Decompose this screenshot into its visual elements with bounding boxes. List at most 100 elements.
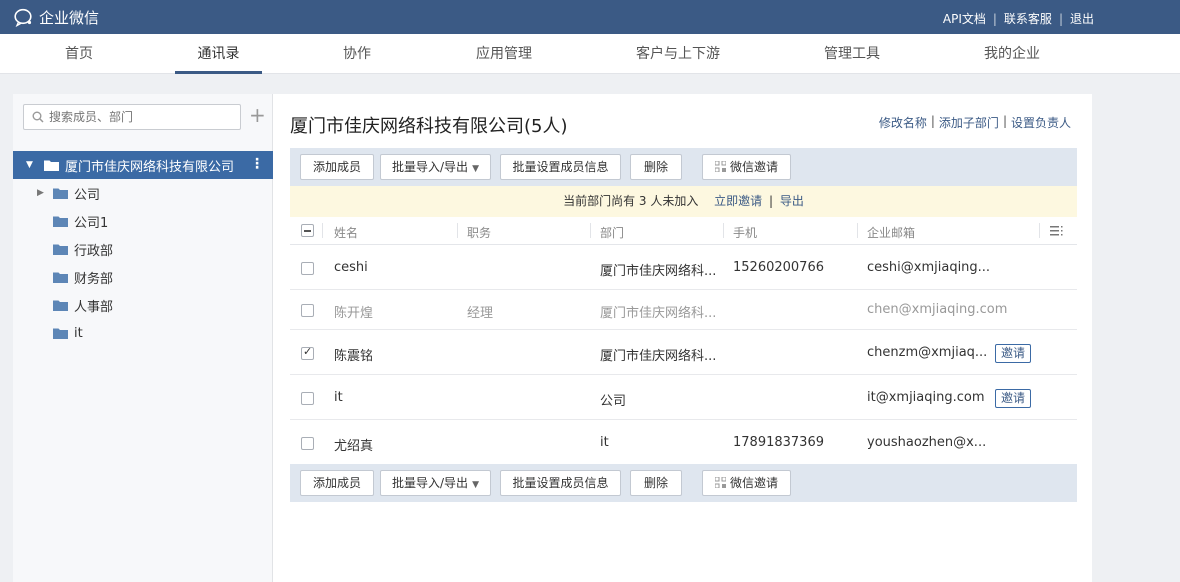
- column-department[interactable]: 部门: [600, 224, 624, 241]
- delete-button[interactable]: 删除: [630, 470, 682, 496]
- tree-item-label: 行政部: [74, 243, 114, 259]
- invite-now-link[interactable]: 立即邀请: [714, 194, 762, 208]
- wechat-invite-label: 微信邀请: [729, 160, 778, 174]
- table-row[interactable]: it 公司 it@xmjiaqing.com 邀请: [290, 375, 1077, 420]
- wechat-invite-button[interactable]: 微信邀请: [702, 470, 791, 496]
- department-actions: 修改名称 | 添加子部门 | 设置负责人: [879, 114, 1071, 131]
- folder-icon: [53, 272, 68, 283]
- toolbar-top: 添加成员 批量导入/导出 ▼ 批量设置成员信息 删除 微信邀请: [290, 148, 1077, 186]
- tree-item-admin[interactable]: 行政部: [13, 235, 273, 263]
- batch-set-button[interactable]: 批量设置成员信息: [500, 470, 621, 496]
- member-name: 陈震铭: [334, 349, 374, 364]
- row-checkbox[interactable]: [301, 262, 314, 275]
- column-name[interactable]: 姓名: [334, 224, 358, 241]
- tree-item-label: 人事部: [74, 299, 114, 315]
- tree-root-label: 厦门市佳庆网络科技有限公司: [65, 159, 235, 175]
- page-title: 厦门市佳庆网络科技有限公司(5人): [290, 116, 568, 137]
- row-checkbox[interactable]: [301, 437, 314, 450]
- set-leader-link[interactable]: 设置负责人: [1011, 114, 1071, 131]
- add-subdepartment-link[interactable]: 添加子部门: [939, 114, 999, 131]
- select-all-checkbox[interactable]: [301, 224, 314, 237]
- logout-link[interactable]: 退出: [1070, 10, 1094, 27]
- divider: |: [1058, 11, 1063, 26]
- member-panel: 厦门市佳庆网络科技有限公司(5人) 修改名称 | 添加子部门 | 设置负责人 添…: [273, 94, 1092, 582]
- folder-icon: [53, 328, 68, 339]
- member-email: chen@xmjiaqing.com: [867, 302, 1008, 317]
- folder-icon: [53, 300, 68, 311]
- import-export-button[interactable]: 批量导入/导出 ▼: [380, 470, 491, 496]
- row-checkbox[interactable]: [301, 345, 314, 360]
- invite-button[interactable]: 邀请: [995, 389, 1032, 408]
- wechat-invite-label: 微信邀请: [729, 476, 778, 490]
- wechat-invite-button[interactable]: 微信邀请: [702, 154, 791, 180]
- member-department: 厦门市佳庆网络科...: [600, 349, 717, 364]
- member-name: 陈开煌: [334, 306, 374, 321]
- table-row[interactable]: 尤绍真 it 17891837369 youshaozhen@x...: [290, 420, 1077, 465]
- tree-item-label: 财务部: [74, 271, 114, 287]
- top-bar: 企业微信 API文档 | 联系客服 | 退出: [0, 0, 1180, 34]
- member-department: 公司: [600, 394, 627, 409]
- member-phone: 17891837369: [733, 435, 824, 450]
- column-email[interactable]: 企业邮箱: [867, 224, 915, 241]
- tree-root-department[interactable]: ▼ 厦门市佳庆网络科技有限公司 ⋮: [13, 151, 273, 179]
- tab-contacts[interactable]: 通讯录: [175, 34, 262, 74]
- qr-code-icon: [714, 161, 726, 172]
- tree-item-finance[interactable]: 财务部: [13, 263, 273, 291]
- tree-item-company[interactable]: ▶ 公司: [13, 179, 273, 207]
- table-header: 姓名 职务 部门 手机 企业邮箱: [290, 217, 1077, 245]
- divider: |: [1002, 114, 1007, 128]
- add-member-button[interactable]: 添加成员: [300, 470, 374, 496]
- search-input[interactable]: [49, 108, 235, 126]
- table-row[interactable]: 陈开煌 经理 厦门市佳庆网络科... chen@xmjiaqing.com: [290, 290, 1077, 330]
- member-name: ceshi: [334, 260, 368, 275]
- export-link[interactable]: 导出: [780, 194, 804, 208]
- add-icon[interactable]: +: [249, 104, 266, 128]
- tab-management-tools[interactable]: 管理工具: [810, 34, 894, 74]
- table-row[interactable]: ceshi 厦门市佳庆网络科... 15260200766 ceshi@xmjiaqi…: [290, 245, 1077, 290]
- tab-customers[interactable]: 客户与上下游: [626, 34, 730, 74]
- tree-item-company1[interactable]: 公司1: [13, 207, 273, 235]
- tab-collaboration[interactable]: 协作: [318, 34, 396, 74]
- tree-item-hr[interactable]: 人事部: [13, 291, 273, 319]
- folder-icon: [53, 188, 68, 199]
- delete-button[interactable]: 删除: [630, 154, 682, 180]
- row-checkbox[interactable]: [301, 392, 314, 405]
- qr-code-icon: [714, 477, 726, 488]
- table-row[interactable]: 陈震铭 厦门市佳庆网络科... chenzm@xmjiaq... 邀请: [290, 330, 1077, 375]
- divider: |: [769, 194, 774, 208]
- tree-item-it[interactable]: it: [13, 319, 273, 347]
- import-export-label: 批量导入/导出: [392, 476, 469, 490]
- caret-down-icon: ▼: [472, 164, 479, 174]
- brand[interactable]: 企业微信: [14, 7, 99, 28]
- collapse-arrow-icon[interactable]: ▼: [26, 160, 38, 170]
- caret-down-icon: ▼: [472, 480, 479, 490]
- member-department: 厦门市佳庆网络科...: [600, 306, 717, 321]
- department-sidebar: + ▼ 厦门市佳庆网络科技有限公司 ⋮ ▶ 公司 公司1 行政部 财务部 人事部…: [13, 94, 273, 582]
- tab-my-company[interactable]: 我的企业: [972, 34, 1052, 74]
- rename-link[interactable]: 修改名称: [879, 114, 927, 131]
- invite-button[interactable]: 邀请: [995, 344, 1032, 363]
- column-title[interactable]: 职务: [467, 224, 491, 241]
- member-title: 经理: [467, 306, 494, 321]
- more-options-icon[interactable]: ⋮: [250, 156, 264, 172]
- member-email: ceshi@xmjiaqing...: [867, 260, 991, 275]
- column-phone[interactable]: 手机: [733, 224, 757, 241]
- member-department: 厦门市佳庆网络科...: [600, 264, 717, 279]
- wecom-logo-icon: [14, 8, 32, 27]
- search-box[interactable]: [23, 104, 241, 130]
- contact-support-link[interactable]: 联系客服: [1004, 10, 1052, 27]
- tab-app-management[interactable]: 应用管理: [462, 34, 546, 74]
- column-settings-icon[interactable]: [1050, 226, 1063, 236]
- api-docs-link[interactable]: API文档: [943, 10, 986, 27]
- tree-item-label: it: [74, 325, 83, 341]
- tree-item-label: 公司1: [74, 215, 109, 231]
- batch-set-button[interactable]: 批量设置成员信息: [500, 154, 621, 180]
- import-export-label: 批量导入/导出: [392, 160, 469, 174]
- folder-icon: [53, 244, 68, 255]
- expand-arrow-icon[interactable]: ▶: [37, 188, 47, 198]
- import-export-button[interactable]: 批量导入/导出 ▼: [380, 154, 491, 180]
- main-nav: 首页 通讯录 协作 应用管理 客户与上下游 管理工具 我的企业: [0, 34, 1180, 74]
- tab-home[interactable]: 首页: [40, 34, 118, 74]
- row-checkbox[interactable]: [301, 304, 314, 317]
- add-member-button[interactable]: 添加成员: [300, 154, 374, 180]
